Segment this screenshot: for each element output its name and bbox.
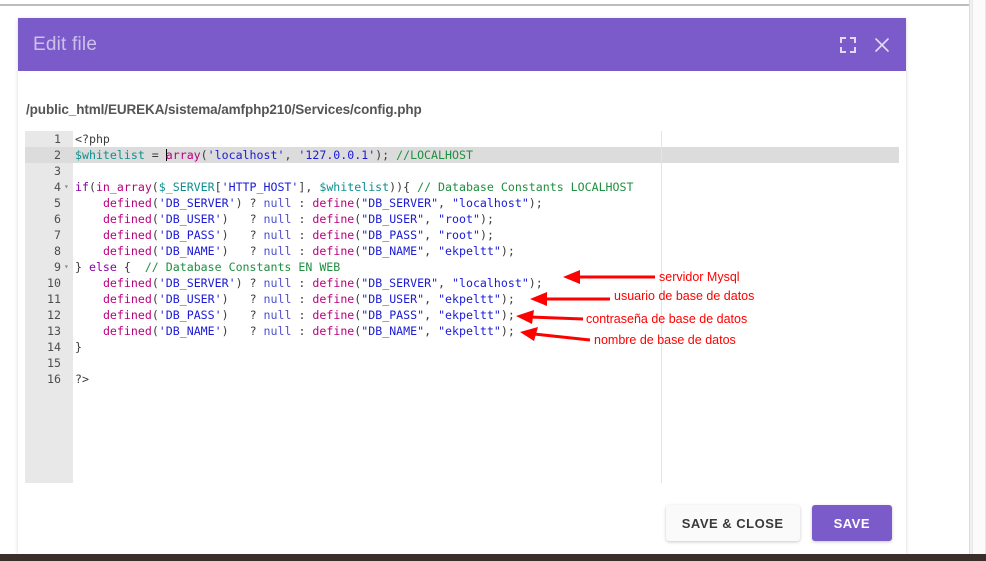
code-text: if(in_array($_SERVER['HTTP_HOST'], $whit… xyxy=(75,180,634,194)
code-line[interactable]: 1 <?php xyxy=(25,131,899,147)
code-text: defined('DB_SERVER') ? null : define("DB… xyxy=(102,276,543,290)
code-lines-container[interactable]: 1 <?php 2 $whitelist = array('localhost', '… xyxy=(25,131,899,387)
line-number: 10 xyxy=(47,276,61,290)
code-text: ?> xyxy=(75,372,89,386)
code-line[interactable]: 16 ?> xyxy=(25,371,899,387)
fold-toggle-icon[interactable]: ▾ xyxy=(64,179,72,195)
code-text: defined('DB_SERVER') ? null : define("DB… xyxy=(102,196,543,210)
line-number: 16 xyxy=(47,372,61,386)
page-root: Edit file /public_html/EUREKA/sistema/am… xyxy=(0,0,986,561)
line-number: 7 xyxy=(54,228,61,242)
code-line[interactable]: 3 xyxy=(25,163,899,179)
page-bottom-bar xyxy=(0,554,986,561)
code-line[interactable]: 11 defined('DB_USER') ? null : define("D… xyxy=(25,291,899,307)
code-text: defined('DB_USER') ? null : define("DB_U… xyxy=(102,292,515,306)
code-line[interactable]: 2 $whitelist = array('localhost', '127.0.… xyxy=(25,147,899,163)
page-top-divider xyxy=(0,4,970,6)
dialog-footer: SAVE & CLOSE SAVE xyxy=(665,505,892,541)
code-text: } xyxy=(75,340,82,354)
page-scrollbar[interactable] xyxy=(969,0,986,561)
line-number: 3 xyxy=(54,164,61,178)
code-line[interactable]: 12 defined('DB_PASS') ? null : define("D… xyxy=(25,307,899,323)
line-number: 6 xyxy=(54,212,61,226)
code-text: } else { // Database Constants EN WEB xyxy=(75,260,341,274)
line-number: 1 xyxy=(54,132,61,146)
code-line[interactable]: 13 defined('DB_NAME') ? null : define("D… xyxy=(25,323,899,339)
code-text: defined('DB_USER') ? null : define("DB_U… xyxy=(102,212,494,226)
code-editor[interactable]: 1 <?php 2 $whitelist = array('localhost', '… xyxy=(25,131,899,483)
code-text: <?php xyxy=(75,132,110,146)
code-line[interactable]: 6 defined('DB_USER') ? null : define("DB… xyxy=(25,211,899,227)
line-number: 11 xyxy=(47,292,61,306)
code-line[interactable]: 14} xyxy=(25,339,899,355)
code-line[interactable]: 4 ▾ if(in_array($_SERVER['HTTP_HOST'], $wh… xyxy=(25,179,899,195)
line-number: 8 xyxy=(54,244,61,258)
code-line[interactable]: 9 ▾} else { // Database Constants EN WEB xyxy=(25,259,899,275)
line-number: 15 xyxy=(47,356,61,370)
line-number: 9 xyxy=(54,260,61,274)
page-scrollbar-thumb[interactable] xyxy=(972,0,986,561)
file-path-label: /public_html/EUREKA/sistema/amfphp210/Se… xyxy=(26,102,422,117)
code-line[interactable]: 15 xyxy=(25,355,899,371)
dialog-title: Edit file xyxy=(33,33,98,55)
line-number: 12 xyxy=(47,308,61,322)
line-number: 5 xyxy=(54,196,61,210)
line-number: 13 xyxy=(47,324,61,338)
line-number: 4 xyxy=(54,180,61,194)
close-icon[interactable] xyxy=(872,35,892,55)
code-text: defined('DB_NAME') ? null : define("DB_N… xyxy=(102,244,515,258)
line-number: 14 xyxy=(47,340,61,354)
code-text: defined('DB_NAME') ? null : define("DB_N… xyxy=(102,324,515,338)
fold-toggle-icon[interactable]: ▾ xyxy=(64,259,72,275)
line-number: 2 xyxy=(54,148,61,162)
fullscreen-icon[interactable] xyxy=(838,35,858,55)
dialog-header: Edit file xyxy=(18,18,906,71)
code-line[interactable]: 7 defined('DB_PASS') ? null : define("DB… xyxy=(25,227,899,243)
code-text: defined('DB_PASS') ? null : define("DB_P… xyxy=(102,308,515,322)
dialog-header-actions xyxy=(838,18,892,71)
code-line[interactable]: 8 defined('DB_NAME') ? null : define("DB… xyxy=(25,243,899,259)
code-text: defined('DB_PASS') ? null : define("DB_P… xyxy=(102,228,494,242)
edit-file-dialog: Edit file /public_html/EUREKA/sistema/am… xyxy=(18,18,906,555)
code-text: $whitelist = array('localhost', '127.0.0… xyxy=(75,148,473,162)
code-line[interactable]: 5 defined('DB_SERVER') ? null : define("… xyxy=(25,195,899,211)
save-button[interactable]: SAVE xyxy=(811,505,892,541)
code-line[interactable]: 10 defined('DB_SERVER') ? null : define(… xyxy=(25,275,899,291)
save-and-close-button[interactable]: SAVE & CLOSE xyxy=(665,505,800,541)
